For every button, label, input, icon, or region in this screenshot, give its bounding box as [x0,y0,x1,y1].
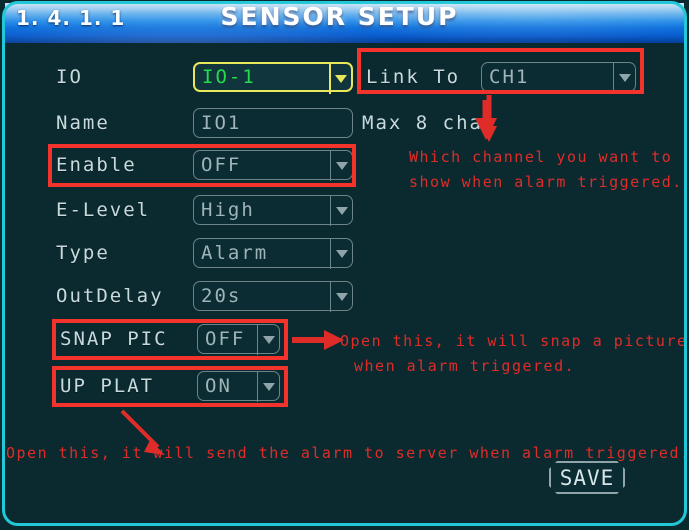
chevron-down-icon[interactable] [329,64,351,94]
out-delay-dropdown[interactable]: 20s [193,281,353,312]
e-level-value: High [201,199,255,221]
out-delay-label: OutDelay [56,285,164,307]
io-value: IO-1 [202,66,256,88]
up-plat-note-line1: Open this, it will send the alarm to ser… [6,444,689,462]
highlight-box-enable [48,144,356,187]
type-label: Type [56,242,110,264]
chevron-down-icon[interactable] [330,196,352,226]
sensor-setup-screen: 1. 4. 1. 1 SENSOR SETUP IO IO-1 Link To … [0,0,689,530]
chevron-down-icon[interactable] [330,239,352,269]
highlight-box-snap-pic [52,319,288,360]
name-value: IO1 [201,112,242,134]
chevron-down-icon[interactable] [330,282,352,312]
io-label: IO [56,66,83,88]
io-dropdown[interactable]: IO-1 [193,62,353,94]
name-hint: Max 8 char [362,112,497,134]
snap-pic-note-line2: when alarm triggered. [354,357,576,375]
type-dropdown[interactable]: Alarm [193,238,353,269]
highlight-box-link-to [357,48,644,94]
highlight-box-up-plat [52,366,288,407]
e-level-label: E-Level [56,199,151,221]
link-to-note-line2: show when alarm triggered. [409,173,683,191]
name-input[interactable]: IO1 [193,108,353,138]
type-value: Alarm [201,242,269,264]
e-level-dropdown[interactable]: High [193,195,353,226]
link-to-note-line1: Which channel you want to [409,148,673,166]
save-button[interactable]: SAVE [549,461,625,494]
name-label: Name [56,112,110,134]
snap-pic-note-line1: Open this, it will snap a picture [340,332,688,350]
out-delay-value: 20s [201,285,242,307]
page-title: SENSOR SETUP [220,2,459,31]
